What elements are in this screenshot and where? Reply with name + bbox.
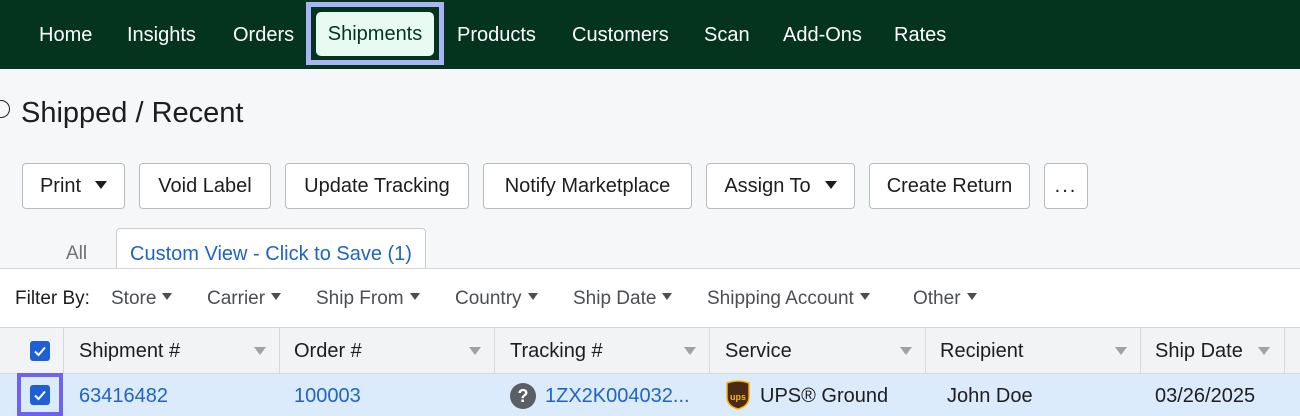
filter-store[interactable]: Store — [111, 287, 173, 311]
filter-other-label: Other — [913, 288, 961, 309]
filter-country[interactable]: Country — [455, 287, 538, 311]
sort-caret-icon[interactable] — [684, 347, 696, 355]
nav-item-customers[interactable]: Customers — [572, 20, 669, 50]
column-divider — [1140, 328, 1141, 374]
filter-ship-from[interactable]: Ship From — [316, 287, 420, 311]
nav-item-home[interactable]: Home — [39, 20, 92, 50]
order-number-link[interactable]: 100003 — [294, 384, 361, 408]
assign-to-button-label: Assign To — [724, 175, 811, 197]
caret-down-icon — [859, 293, 870, 301]
select-all-checkbox[interactable] — [30, 341, 50, 361]
caret-down-icon — [409, 293, 420, 301]
table-header — [0, 328, 1300, 374]
column-divider — [494, 328, 495, 374]
column-header-order[interactable]: Order # — [294, 328, 362, 374]
sidebar-toggle-icon[interactable] — [0, 100, 10, 118]
filter-ship-date-label: Ship Date — [573, 288, 657, 309]
sort-caret-icon[interactable] — [1115, 347, 1127, 355]
column-header-service[interactable]: Service — [725, 328, 792, 374]
nav-item-rates[interactable]: Rates — [894, 20, 946, 50]
filter-carrier-label: Carrier — [207, 288, 266, 309]
column-divider — [1284, 328, 1285, 374]
sort-caret-icon[interactable] — [900, 347, 912, 355]
nav-item-products[interactable]: Products — [457, 20, 536, 50]
question-mark-icon[interactable]: ? — [510, 383, 536, 409]
sort-caret-icon[interactable] — [254, 347, 266, 355]
nav-item-add-ons[interactable]: Add-Ons — [783, 20, 862, 50]
page-title: Shipped / Recent — [21, 97, 244, 129]
create-return-button[interactable]: Create Return — [869, 163, 1030, 209]
ship-date-value: 03/26/2025 — [1155, 385, 1256, 407]
sort-caret-icon[interactable] — [469, 347, 481, 355]
service-name: UPS® Ground — [760, 385, 889, 407]
tracking-number-link[interactable]: 1ZX2K004032... — [545, 384, 690, 408]
filter-shipping-account[interactable]: Shipping Account — [707, 287, 870, 311]
check-icon — [34, 390, 46, 401]
assign-to-button[interactable]: Assign To — [706, 163, 855, 209]
column-header-recipient[interactable]: Recipient — [940, 328, 1023, 374]
row-select-checkbox[interactable] — [30, 385, 50, 405]
caret-down-icon — [662, 293, 673, 301]
filter-store-label: Store — [111, 288, 157, 309]
svg-text:ups: ups — [730, 392, 746, 402]
filter-ship-from-label: Ship From — [316, 288, 404, 309]
filter-carrier[interactable]: Carrier — [207, 287, 282, 311]
caret-down-icon — [824, 180, 837, 189]
update-tracking-button[interactable]: Update Tracking — [285, 163, 469, 209]
tab-all[interactable]: All — [66, 242, 87, 266]
nav-item-insights[interactable]: Insights — [127, 20, 196, 50]
nav-item-shipments[interactable]: Shipments — [316, 12, 434, 56]
filter-shipping-account-label: Shipping Account — [707, 288, 854, 309]
column-divider — [63, 328, 64, 374]
nav-item-orders[interactable]: Orders — [233, 20, 294, 50]
column-divider — [925, 328, 926, 374]
column-header-shipment[interactable]: Shipment # — [79, 328, 180, 374]
column-header-ship-date[interactable]: Ship Date — [1155, 328, 1243, 374]
filter-country-label: Country — [455, 288, 522, 309]
ups-logo-icon: ups — [726, 380, 750, 410]
void-label-button[interactable]: Void Label — [139, 163, 271, 209]
caret-down-icon — [527, 293, 538, 301]
caret-down-icon — [95, 180, 108, 189]
print-button[interactable]: Print — [22, 163, 125, 209]
caret-down-icon — [162, 293, 173, 301]
caret-down-icon — [966, 293, 977, 301]
notify-marketplace-button[interactable]: Notify Marketplace — [483, 163, 692, 209]
check-icon — [34, 346, 46, 357]
tab-custom-view[interactable]: Custom View - Click to Save (1) — [116, 228, 426, 269]
nav-item-scan[interactable]: Scan — [704, 20, 750, 50]
column-divider — [279, 328, 280, 374]
recipient-name: John Doe — [947, 385, 1033, 407]
shipment-number-link[interactable]: 63416482 — [79, 384, 168, 408]
print-button-label: Print — [39, 175, 82, 197]
column-header-tracking[interactable]: Tracking # — [510, 328, 603, 374]
sort-caret-icon[interactable] — [1258, 347, 1270, 355]
column-divider — [709, 328, 710, 374]
caret-down-icon — [271, 293, 282, 301]
filter-by-label: Filter By: — [15, 288, 90, 309]
filter-ship-date[interactable]: Ship Date — [573, 287, 673, 311]
filter-other[interactable]: Other — [913, 287, 977, 311]
more-actions-button[interactable]: ... — [1044, 163, 1088, 209]
